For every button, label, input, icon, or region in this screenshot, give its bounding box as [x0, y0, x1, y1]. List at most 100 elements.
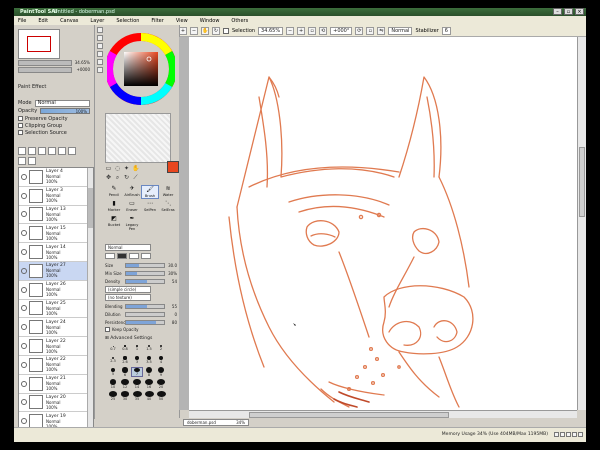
brush-size-preset[interactable]: 12	[119, 379, 131, 389]
eye-icon[interactable]	[21, 249, 27, 256]
blend-mode-select[interactable]: Normal	[388, 26, 413, 35]
scratchpad-button[interactable]	[97, 67, 103, 73]
brush-size-preset[interactable]: 9	[155, 367, 167, 377]
brush-size-preset[interactable]: 4	[155, 355, 167, 365]
new-folder-icon[interactable]	[38, 147, 46, 155]
zoom-field[interactable]: 34.65%	[258, 26, 284, 35]
brush-size-preset[interactable]: 1	[131, 343, 143, 353]
eye-icon[interactable]	[21, 399, 27, 406]
color-wheel-mode-button[interactable]	[97, 27, 103, 33]
selection-icon[interactable]: ▭	[105, 165, 112, 172]
brush-size-preset[interactable]: 10	[107, 379, 119, 389]
new-linework-layer-icon[interactable]	[28, 147, 36, 155]
layer-row[interactable]: Layer 26 Normal 100%	[19, 281, 93, 300]
clipping-group-checkbox[interactable]	[18, 123, 23, 128]
eye-icon[interactable]	[21, 211, 27, 218]
brush-size-preset[interactable]: 7	[131, 367, 143, 377]
rotate-left-button[interactable]: ⟲	[319, 26, 328, 35]
clear-layer-icon[interactable]	[18, 157, 26, 165]
rotate-icon[interactable]: ↻	[212, 26, 220, 35]
menu-view[interactable]: View	[176, 18, 196, 24]
menu-edit[interactable]: Edit	[38, 18, 56, 24]
layer-row[interactable]: Layer 3 Normal 100%	[19, 187, 93, 206]
trash-icon[interactable]	[28, 157, 36, 165]
menu-filter[interactable]: Filter	[151, 18, 171, 24]
canvas-area[interactable]	[179, 37, 577, 410]
dilution-slider[interactable]	[125, 311, 165, 317]
canvas-vertical-scrollbar[interactable]	[577, 37, 586, 410]
hand-icon[interactable]: ✋	[132, 165, 139, 172]
eye-icon[interactable]	[21, 286, 27, 293]
layer-row[interactable]: Layer 22 Normal 100%	[19, 337, 93, 356]
brush-size-preset[interactable]: 2.3	[107, 355, 119, 365]
canvas-vertical-scroll-thumb[interactable]	[579, 147, 585, 217]
brush-size-preset[interactable]: 8	[143, 367, 155, 377]
merge-down-icon[interactable]	[68, 147, 76, 155]
menu-selection[interactable]: Selection	[116, 18, 147, 24]
navigator-thumbnail[interactable]	[18, 29, 60, 59]
hand-icon[interactable]: ✋	[201, 26, 209, 35]
brush-shape-select[interactable]: (simple circle)	[105, 286, 151, 293]
magic-wand-icon[interactable]: ✦	[123, 165, 130, 172]
navigator-zoom-slider[interactable]	[18, 59, 72, 66]
layer-row[interactable]: Layer 27 Normal 100%	[19, 261, 93, 281]
tool-brush[interactable]: 🖌 Brush	[141, 185, 159, 199]
eyedropper-icon[interactable]: ⟋	[132, 174, 139, 181]
brush-size-preset[interactable]: 2	[155, 343, 167, 353]
eye-icon[interactable]	[21, 173, 27, 180]
drawing-canvas[interactable]	[189, 37, 577, 410]
eye-icon[interactable]	[21, 324, 27, 331]
tool-pencil[interactable]: ✎ Pencil	[105, 185, 123, 199]
maximize-icon[interactable]: ▫	[564, 8, 573, 15]
brush-size-preset[interactable]: 3.5	[143, 355, 155, 365]
brush-size-preset[interactable]: 0.8	[119, 343, 131, 353]
tool-water[interactable]: ≋ Water	[159, 185, 177, 199]
hsv-slider-mode-button[interactable]	[97, 43, 103, 49]
layer-list-scroll-thumb[interactable]	[88, 188, 93, 228]
navigator-angle-slider[interactable]	[18, 66, 72, 73]
document-tab[interactable]: doberman.psd 34%	[183, 419, 249, 426]
eye-icon[interactable]	[21, 192, 27, 199]
zoom-plus-button[interactable]: +	[297, 26, 306, 35]
close-icon[interactable]: ×	[575, 8, 584, 15]
brush-size-preset[interactable]: 6	[119, 367, 131, 377]
layer-row[interactable]: Layer 14 Normal 100%	[19, 243, 93, 262]
size-slider[interactable]	[125, 262, 165, 268]
layer-row[interactable]: Layer 21 Normal 100%	[19, 375, 93, 394]
eye-icon[interactable]	[21, 343, 27, 350]
brush-size-preset[interactable]: 20	[155, 379, 167, 389]
density-slider[interactable]	[125, 278, 165, 284]
menu-canvas[interactable]: Canvas	[60, 18, 86, 24]
tool-bucket[interactable]: ◩ Bucket	[105, 215, 123, 229]
brush-shape-flat-button[interactable]	[105, 253, 115, 259]
foreground-color-swatch[interactable]	[167, 161, 179, 173]
eye-icon[interactable]	[21, 380, 27, 387]
rgb-slider-mode-button[interactable]	[97, 35, 103, 41]
blending-slider[interactable]	[125, 303, 165, 309]
rotate-right-button[interactable]: ⟳	[355, 26, 364, 35]
layer-mode-select[interactable]: Normal	[34, 99, 90, 107]
selection-checkbox[interactable]	[223, 27, 229, 34]
stabilizer-select[interactable]: 6	[441, 26, 451, 35]
copy-layer-icon[interactable]	[48, 147, 56, 155]
min-size-slider[interactable]	[125, 270, 165, 276]
color-mixer-button[interactable]	[97, 51, 103, 57]
new-layer-icon[interactable]	[18, 147, 26, 155]
menu-layer[interactable]: Layer	[90, 18, 112, 24]
brush-size-preset[interactable]: 3	[131, 355, 143, 365]
tool-marker[interactable]: ▮ Marker	[105, 200, 123, 214]
color-wheel[interactable]	[107, 29, 175, 109]
persistence-slider[interactable]	[125, 319, 165, 325]
rotate-reset-button[interactable]: ▫	[366, 26, 375, 35]
flip-button[interactable]: ⇋	[377, 26, 386, 35]
zoom-minus-button[interactable]: −	[286, 26, 295, 35]
layer-row[interactable]: Layer 20 Normal 100%	[19, 394, 93, 413]
brush-size-preset[interactable]: 1.5	[143, 343, 155, 353]
brush-shape-soft-button[interactable]	[129, 253, 139, 259]
menu-others[interactable]: Others	[231, 18, 256, 24]
brush-size-preset[interactable]: 25	[107, 391, 119, 401]
tool-eraser[interactable]: ▭ Eraser	[123, 200, 141, 214]
brush-size-preset[interactable]: 50	[155, 391, 167, 401]
color-scratchpad[interactable]	[105, 113, 171, 163]
zoom-in-icon[interactable]: +	[179, 26, 187, 35]
